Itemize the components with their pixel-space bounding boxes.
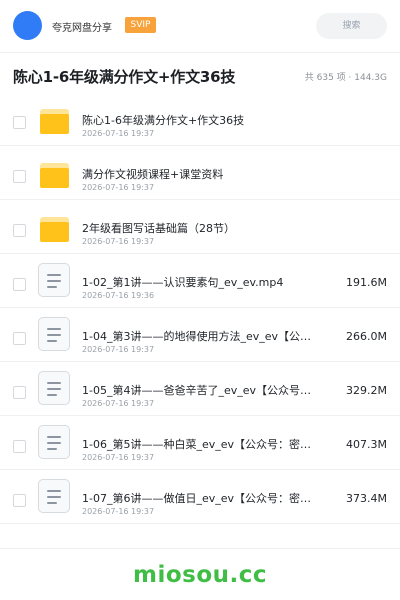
avatar[interactable]	[13, 11, 42, 40]
list-item[interactable]: 1-04_第3讲——的地得使用方法_ev_ev【公… 2026-07-16 19…	[0, 308, 400, 362]
item-name: 1-07_第6讲——做值日_ev_ev【公众号：密…	[82, 492, 312, 505]
file-list: 陈心1-6年级满分作文+作文36技 2026-07-16 19:37 满分作文视…	[0, 92, 400, 524]
footer-divider	[0, 548, 400, 549]
item-date: 2026-07-16 19:37	[82, 129, 155, 138]
document-file-icon	[38, 317, 70, 351]
select-checkbox[interactable]	[13, 224, 26, 237]
document-file-icon	[38, 371, 70, 405]
list-item[interactable]: 1-07_第6讲——做值日_ev_ev【公众号：密… 2026-07-16 19…	[0, 470, 400, 524]
select-checkbox[interactable]	[13, 116, 26, 129]
sharer-name: 夸克网盘分享	[52, 23, 112, 34]
item-size: 373.4M	[346, 492, 387, 505]
list-item[interactable]: 1-06_第5讲——种白菜_ev_ev【公众号：密… 2026-07-16 19…	[0, 416, 400, 470]
select-checkbox[interactable]	[13, 440, 26, 453]
item-name: 满分作文视频课程+课堂资料	[82, 168, 224, 181]
select-checkbox[interactable]	[13, 278, 26, 291]
item-name: 陈心1-6年级满分作文+作文36技	[82, 114, 245, 127]
item-summary: 共 635 项 · 144.3G	[304, 73, 387, 83]
document-file-icon	[38, 425, 70, 459]
item-date: 2026-07-16 19:37	[82, 399, 155, 408]
select-checkbox[interactable]	[13, 386, 26, 399]
svip-badge: SVIP	[125, 17, 156, 33]
item-name: 1-06_第5讲——种白菜_ev_ev【公众号：密…	[82, 438, 312, 451]
document-file-icon	[38, 479, 70, 513]
folder-icon	[40, 217, 69, 242]
document-file-icon	[38, 263, 70, 297]
header-divider	[0, 52, 400, 53]
site-watermark: miosou.cc	[132, 562, 268, 588]
item-date: 2026-07-16 19:37	[82, 345, 155, 354]
item-size: 266.0M	[346, 330, 387, 343]
item-date: 2026-07-16 19:36	[82, 291, 155, 300]
item-date: 2026-07-16 19:37	[82, 453, 155, 462]
page-title: 陈心1-6年级满分作文+作文36技	[13, 68, 236, 86]
list-item[interactable]: 1-05_第4讲——爸爸辛苦了_ev_ev【公众号… 2026-07-16 19…	[0, 362, 400, 416]
item-name: 1-04_第3讲——的地得使用方法_ev_ev【公…	[82, 330, 312, 343]
select-checkbox[interactable]	[13, 332, 26, 345]
item-date: 2026-07-16 19:37	[82, 507, 155, 516]
folder-icon	[40, 109, 69, 134]
item-size: 407.3M	[346, 438, 387, 451]
top-header: 夸克网盘分享 SVIP 搜索	[0, 0, 400, 52]
item-name: 2年级看图写话基础篇（28节）	[82, 222, 235, 235]
list-item[interactable]: 2年级看图写话基础篇（28节） 2026-07-16 19:37	[0, 200, 400, 254]
item-name: 1-02_第1讲——认识要素句_ev_ev.mp4	[82, 276, 284, 289]
list-item[interactable]: 陈心1-6年级满分作文+作文36技 2026-07-16 19:37	[0, 92, 400, 146]
item-name: 1-05_第4讲——爸爸辛苦了_ev_ev【公众号…	[82, 384, 312, 397]
select-checkbox[interactable]	[13, 494, 26, 507]
list-item[interactable]: 1-02_第1讲——认识要素句_ev_ev.mp4 2026-07-16 19:…	[0, 254, 400, 308]
select-checkbox[interactable]	[13, 170, 26, 183]
item-size: 191.6M	[346, 276, 387, 289]
item-date: 2026-07-16 19:37	[82, 237, 155, 246]
list-item[interactable]: 满分作文视频课程+课堂资料 2026-07-16 19:37	[0, 146, 400, 200]
search-input[interactable]: 搜索	[316, 13, 387, 39]
folder-icon	[40, 163, 69, 188]
item-date: 2026-07-16 19:37	[82, 183, 155, 192]
item-size: 329.2M	[346, 384, 387, 397]
